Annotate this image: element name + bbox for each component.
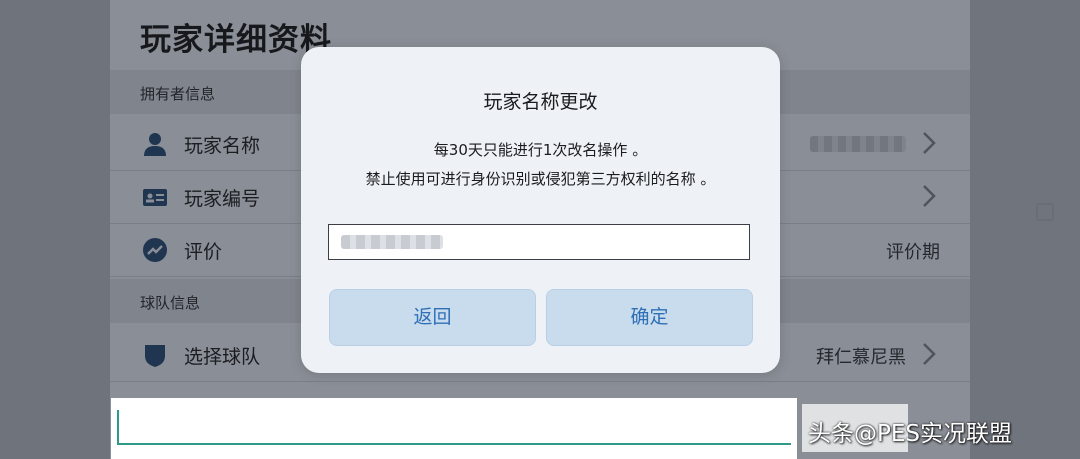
id-card-icon <box>143 189 167 206</box>
watermark-text: 头条@PES实况联盟 <box>808 421 1013 447</box>
chevron-right-icon <box>923 185 936 207</box>
trend-chart-icon <box>143 238 167 262</box>
section-team-label: 球队信息 <box>140 294 201 312</box>
row-select-team-label: 选择球队 <box>184 346 261 368</box>
row-player-name-label: 玩家名称 <box>184 135 261 157</box>
user-icon <box>144 133 166 156</box>
row-player-id-label: 玩家编号 <box>184 188 261 210</box>
back-button[interactable]: 返回 <box>329 289 536 346</box>
player-details-screen: 玩家详细资料 拥有者信息 玩家名称 玩家编号 评价 评价期 球队信息 选择球队 … <box>0 0 1080 459</box>
dialog-title: 玩家名称更改 <box>483 91 598 113</box>
bottom-text-input[interactable] <box>111 398 797 459</box>
side-square-icon <box>1036 203 1054 221</box>
text-cursor <box>117 410 119 443</box>
shield-icon <box>145 345 165 367</box>
right-backdrop <box>970 0 1080 459</box>
page-title: 玩家详细资料 <box>140 22 332 58</box>
chevron-right-icon <box>923 132 936 154</box>
rating-value: 评价期 <box>886 242 940 263</box>
team-value: 拜仁慕尼黑 <box>816 347 906 368</box>
rename-dialog: 玩家名称更改 每30天只能进行1次改名操作 。 禁止使用可进行身份识别或侵犯第三… <box>301 47 780 373</box>
dialog-message-line-2: 禁止使用可进行身份识别或侵犯第三方权利的名称 。 <box>365 170 716 188</box>
player-name-value-blurred <box>810 136 906 152</box>
chevron-right-icon <box>923 343 936 365</box>
confirm-button[interactable]: 确定 <box>546 289 753 346</box>
section-owner-label: 拥有者信息 <box>140 85 216 103</box>
row-rating-label: 评价 <box>184 241 223 263</box>
input-underline <box>117 443 791 445</box>
player-name-input[interactable] <box>328 224 750 260</box>
dialog-message-line-1: 每30天只能进行1次改名操作 。 <box>433 141 648 159</box>
left-backdrop <box>0 0 110 459</box>
input-value-blurred <box>341 235 443 249</box>
